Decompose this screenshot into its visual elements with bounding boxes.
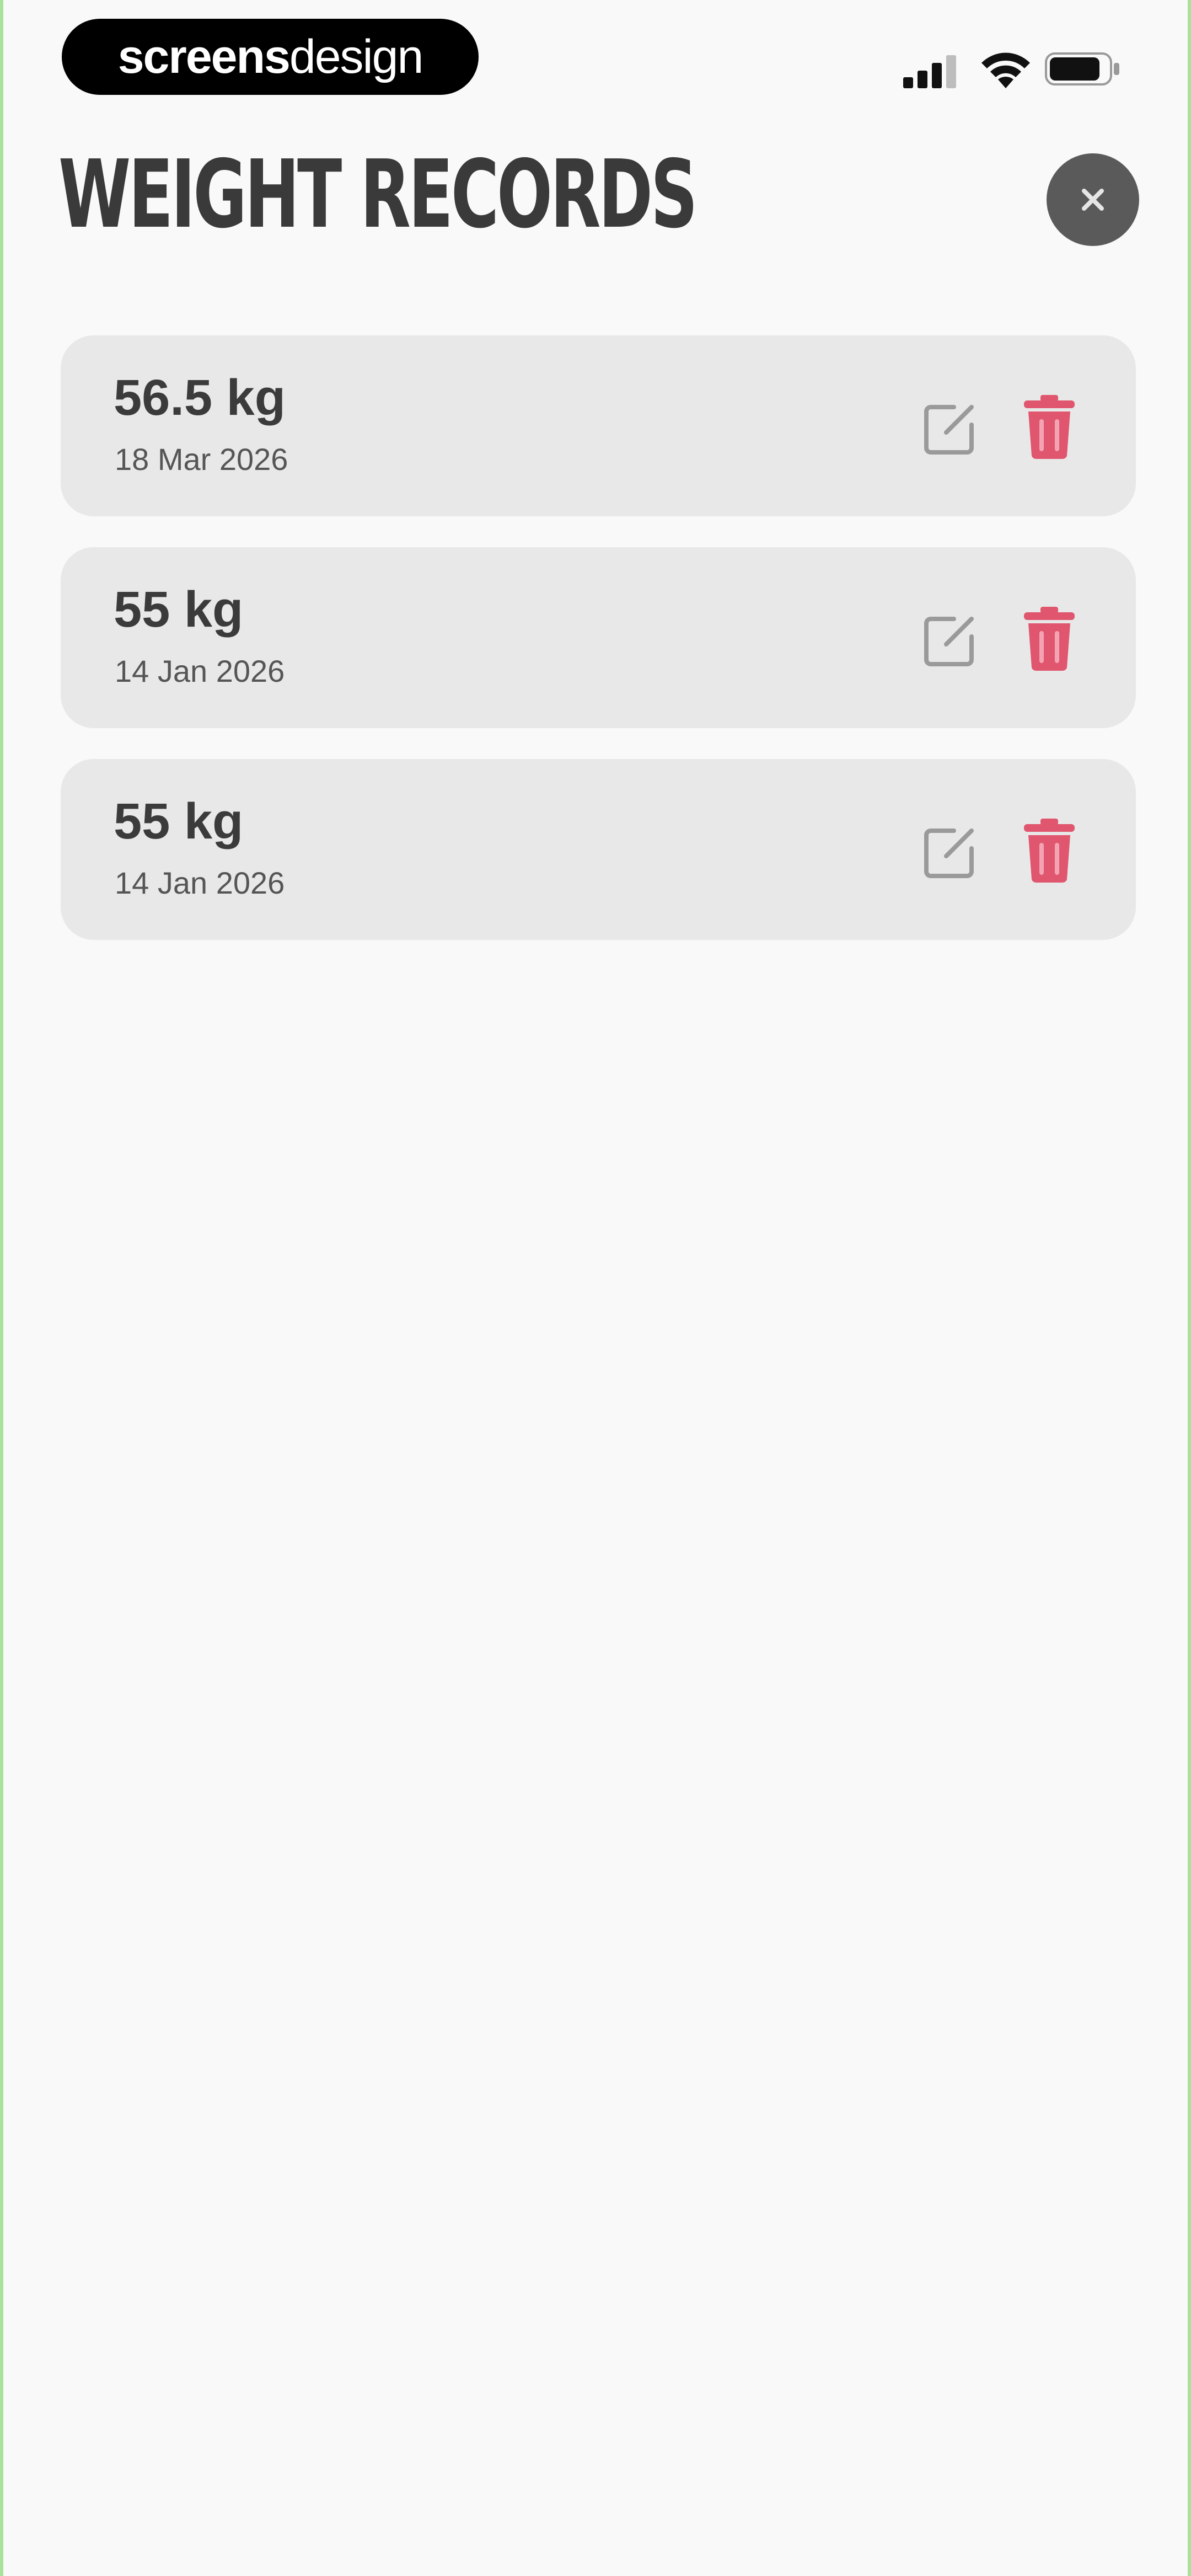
app-screen: screens design WEIGHT RECORDS 56.5 kg 18…: [3, 0, 1188, 2576]
brand-logo-bold: screens: [117, 30, 291, 83]
record-date: 14 Jan 2026: [115, 654, 285, 688]
page-title: WEIGHT RECORDS: [58, 140, 698, 249]
delete-record-button[interactable]: [1013, 600, 1085, 677]
close-button[interactable]: [1047, 153, 1139, 246]
close-icon: [1082, 189, 1104, 211]
edit-icon: [924, 617, 974, 666]
brand-logo-light: design: [289, 30, 423, 83]
trash-icon: [1024, 819, 1075, 883]
wifi-icon: [981, 52, 1030, 88]
battery-icon: [1045, 52, 1119, 85]
record-weight: 56.5 kg: [114, 370, 286, 426]
weight-record-card: 56.5 kg 18 Mar 2026: [61, 335, 1136, 516]
trash-icon: [1024, 607, 1075, 671]
weight-records-list: 56.5 kg 18 Mar 2026 55 kg 14 Jan 2026 55…: [61, 335, 1136, 971]
weight-record-card: 55 kg 14 Jan 2026: [61, 759, 1136, 940]
brand-logo: screens design: [62, 19, 479, 95]
edit-record-button[interactable]: [914, 605, 986, 676]
edit-icon: [924, 829, 974, 878]
trash-icon: [1024, 395, 1075, 459]
record-date: 14 Jan 2026: [115, 865, 285, 900]
status-icons: [897, 43, 1128, 93]
record-weight: 55 kg: [114, 793, 244, 849]
record-weight: 55 kg: [114, 581, 244, 638]
edit-record-button[interactable]: [914, 816, 986, 888]
cellular-signal-icon: [903, 55, 956, 88]
delete-record-button[interactable]: [1013, 812, 1085, 889]
record-date: 18 Mar 2026: [115, 442, 288, 477]
edit-icon: [924, 405, 974, 455]
delete-record-button[interactable]: [1013, 388, 1085, 466]
edit-record-button[interactable]: [914, 393, 986, 464]
weight-record-card: 55 kg 14 Jan 2026: [61, 547, 1136, 728]
